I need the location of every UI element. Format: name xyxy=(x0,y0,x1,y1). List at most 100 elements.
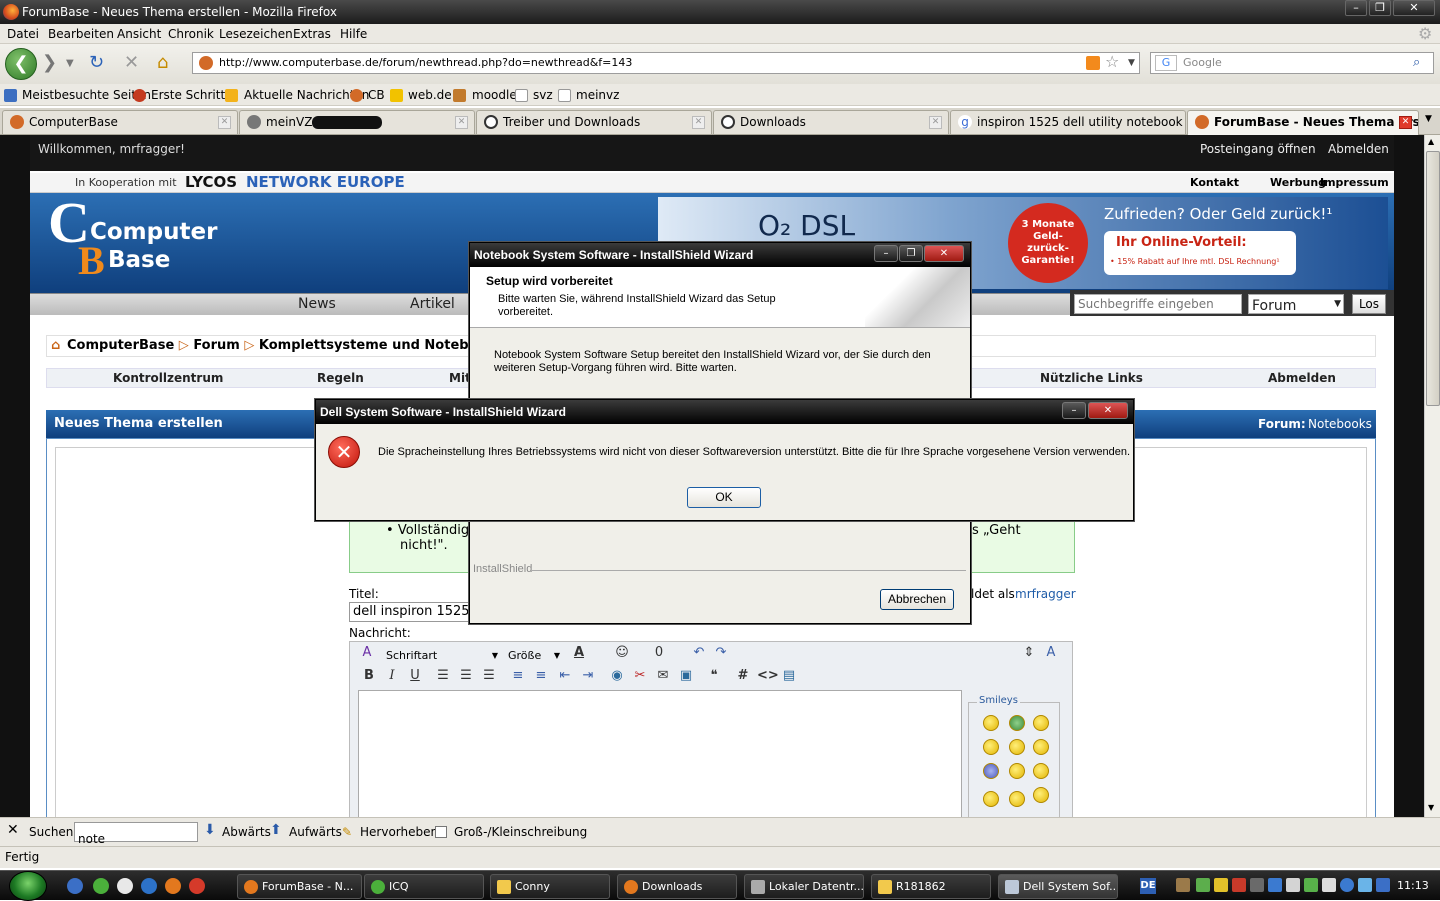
find-next-button[interactable]: Abwärts xyxy=(222,825,271,839)
clock[interactable]: 11:13 xyxy=(1397,879,1429,892)
menu-regeln[interactable]: Regeln xyxy=(317,371,364,385)
wifi-signal-icon[interactable] xyxy=(1304,878,1318,892)
taskbar-item-conny[interactable]: Conny xyxy=(490,874,610,899)
bookmark-meistbesucht[interactable]: Meistbesuchte Seiten xyxy=(22,88,151,102)
maximize-button[interactable]: ❐ xyxy=(1369,0,1391,16)
smiley-icon[interactable] xyxy=(1009,715,1025,731)
scrollbar-thumb[interactable] xyxy=(1426,151,1440,406)
find-input[interactable]: note xyxy=(74,822,198,846)
scroll-down-icon[interactable]: ▼ xyxy=(1428,803,1434,812)
taskbar-item-dell-system-software[interactable]: Dell System Sof... xyxy=(998,874,1118,899)
unlink-icon[interactable]: ✂ xyxy=(631,668,649,683)
url-field[interactable]: http://www.computerbase.de/forum/newthre… xyxy=(192,52,1140,74)
dialog-maximize-button[interactable]: ❐ xyxy=(899,245,923,262)
network-icon[interactable] xyxy=(1286,878,1300,892)
tab-close-icon[interactable]: ✕ xyxy=(1399,116,1412,129)
dialog-minimize-button[interactable]: – xyxy=(1062,402,1086,419)
code-icon[interactable]: <> xyxy=(757,668,779,683)
menu-ansicht[interactable]: Ansicht xyxy=(117,27,161,41)
tab-close-icon[interactable]: ✕ xyxy=(455,116,468,129)
reload-button[interactable]: ↻ xyxy=(89,52,104,73)
home-icon[interactable]: ⌂ xyxy=(51,336,60,356)
site-search-input[interactable] xyxy=(1074,294,1242,314)
username-link[interactable]: mrfragger xyxy=(1015,587,1076,601)
dialog-close-button[interactable]: ✕ xyxy=(924,245,964,262)
bookmark-cb[interactable]: CB xyxy=(368,88,385,102)
ie-icon[interactable] xyxy=(141,878,157,894)
smiley-icon[interactable] xyxy=(1033,787,1049,803)
tab-google-search[interactable]: g inspiron 1525 dell utility notebook sy… xyxy=(950,110,1186,134)
shield-icon[interactable] xyxy=(1214,878,1228,892)
bookmark-webde[interactable]: web.de xyxy=(408,88,452,102)
smiley-icon[interactable] xyxy=(983,791,999,807)
tray-icon[interactable] xyxy=(1250,878,1264,892)
start-button[interactable] xyxy=(9,871,47,901)
arrow-down-icon[interactable]: ⬇ xyxy=(204,822,216,838)
taskbar-item-icq[interactable]: ICQ xyxy=(364,874,484,899)
network-europe-logo[interactable]: NETWORK EUROPE xyxy=(246,173,405,191)
outdent-icon[interactable]: ⇤ xyxy=(556,668,574,683)
breadcrumb-komplettsysteme[interactable]: Komplettsysteme und Notebooks xyxy=(259,338,503,353)
bold-icon[interactable]: B xyxy=(360,668,378,683)
tab-forumbase-active[interactable]: ForumBase - Neues Thema ers... ✕ xyxy=(1187,110,1419,135)
tab-treiber[interactable]: Treiber und Downloads ✕ xyxy=(476,110,712,134)
tab-meinvz[interactable]: meinVZ | ✕ xyxy=(239,110,475,134)
forum-value[interactable]: Notebooks xyxy=(1308,410,1372,438)
dialog-minimize-button[interactable]: – xyxy=(874,245,898,262)
smiley-icon[interactable] xyxy=(1009,739,1025,755)
menu-lesezeichen[interactable]: Lesezeichen xyxy=(219,27,293,41)
search-magnifier-icon[interactable]: ⌕ xyxy=(1413,53,1420,73)
page-scrollbar[interactable]: ▲ ▼ xyxy=(1424,135,1440,817)
php-icon[interactable]: ▤ xyxy=(780,668,798,683)
menu-hilfe[interactable]: Hilfe xyxy=(340,27,367,41)
media-icon[interactable] xyxy=(117,878,133,894)
tab-close-icon[interactable]: ✕ xyxy=(218,116,231,129)
bookmark-moodle[interactable]: moodle xyxy=(472,88,517,102)
impressum-link[interactable]: Impressum xyxy=(1320,176,1389,189)
show-desktop-icon[interactable] xyxy=(67,878,83,894)
home-button[interactable]: ⌂ xyxy=(157,52,168,73)
indent-icon[interactable]: ⇥ xyxy=(579,668,597,683)
find-close-icon[interactable]: ✕ xyxy=(7,822,19,838)
attachment-icon[interactable]: 0 xyxy=(650,645,668,660)
breadcrumb-computerbase[interactable]: ComputerBase xyxy=(67,338,174,353)
message-textarea[interactable] xyxy=(358,690,962,817)
align-center-icon[interactable]: ☰ xyxy=(457,668,475,683)
bookmark-star-icon[interactable]: ☆ xyxy=(1105,52,1119,72)
volume-icon[interactable] xyxy=(1322,878,1336,892)
scroll-up-icon[interactable]: ▲ xyxy=(1428,137,1434,146)
tray-icon[interactable] xyxy=(1376,878,1390,892)
tray-icon[interactable] xyxy=(1340,878,1354,892)
email-icon[interactable]: ✉ xyxy=(654,668,672,683)
tab-close-icon[interactable]: ✕ xyxy=(929,116,942,129)
taskbar-item-r181862[interactable]: R181862 xyxy=(871,874,991,899)
menu-kontrollzentrum[interactable]: Kontrollzentrum xyxy=(113,371,223,385)
bookmark-erste-schritte[interactable]: Erste Schritte xyxy=(151,88,233,102)
tray-icon[interactable] xyxy=(1176,878,1190,892)
italic-icon[interactable]: I xyxy=(383,668,401,683)
smiley-menu-icon[interactable]: ☺ xyxy=(613,645,631,660)
tab-computerbase[interactable]: ComputerBase ✕ xyxy=(2,110,238,134)
underline-icon[interactable]: U xyxy=(406,668,424,683)
text-color-icon[interactable]: A xyxy=(570,645,588,660)
menu-nuetzliche-links[interactable]: Nützliche Links xyxy=(1040,371,1143,385)
taskbar-item-forumbase[interactable]: ForumBase - N... xyxy=(237,874,362,899)
hash-icon[interactable]: # xyxy=(734,668,752,683)
search-go-button[interactable]: Los xyxy=(1352,294,1386,314)
search-scope-select[interactable]: Forum ▼ xyxy=(1248,294,1344,314)
minimize-button[interactable]: – xyxy=(1345,0,1367,16)
rss-icon[interactable] xyxy=(1086,56,1100,70)
match-case-label[interactable]: Groß-/Kleinschreibung xyxy=(454,825,587,839)
link-icon[interactable]: ◉ xyxy=(608,668,626,683)
match-case-checkbox[interactable] xyxy=(435,826,447,838)
size-select[interactable]: Größe ▼ xyxy=(508,648,560,664)
tab-close-icon[interactable]: ✕ xyxy=(692,116,705,129)
google-icon[interactable]: G xyxy=(1155,55,1177,71)
firefox-icon[interactable] xyxy=(165,878,181,894)
resize-icon[interactable]: ⇕ xyxy=(1020,645,1038,660)
cancel-button[interactable]: Abbrechen xyxy=(880,589,954,610)
icq-icon[interactable] xyxy=(93,878,109,894)
highlight-button[interactable]: Hervorheben xyxy=(360,825,438,839)
redo-icon[interactable]: ↷ xyxy=(712,645,730,660)
menu-abmelden[interactable]: Abmelden xyxy=(1268,371,1336,385)
